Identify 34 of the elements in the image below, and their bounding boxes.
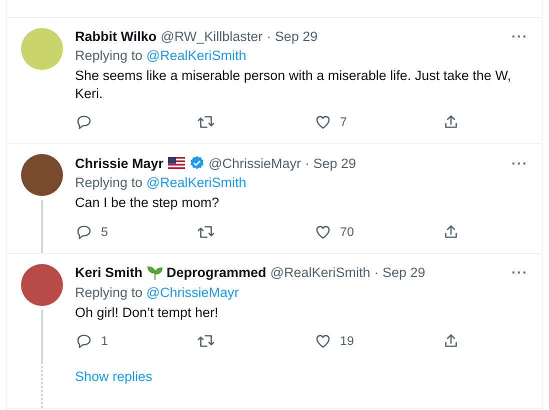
like-count: 7 <box>340 115 347 130</box>
more-options-icon[interactable]: ··· <box>512 265 528 280</box>
user-handle: @ChrissieMayr <box>208 156 302 171</box>
avatar[interactable] <box>21 264 63 306</box>
tweet-time: · Sep 29 <box>305 156 356 171</box>
reply-icon[interactable] <box>75 113 93 132</box>
replying-to-text: Replying to @RealKeriSmith <box>75 175 248 190</box>
user-name[interactable]: Keri Smith <box>75 265 143 280</box>
like-count: 70 <box>340 224 354 239</box>
flag-icon <box>168 157 185 170</box>
tweet-text: She seems like a miserable person with a miserable life. Just take the W, Keri. <box>75 67 512 104</box>
more-options-icon[interactable]: ··· <box>512 29 528 44</box>
heart-icon[interactable] <box>314 113 332 132</box>
user-name[interactable]: Rabbit Wilko <box>75 29 157 44</box>
tweet-time: · Sep 29 <box>266 29 318 44</box>
more-options-icon[interactable]: ··· <box>512 156 528 171</box>
tweet-text: Oh girl! Don’t tempt her! <box>75 304 220 322</box>
share-icon[interactable] <box>442 222 460 241</box>
tweet-text: Can I be the step mom? <box>75 194 220 212</box>
user-name[interactable]: Deprogrammed <box>166 265 266 280</box>
avatar[interactable] <box>21 154 63 196</box>
replying-to-text: Replying to @RealKeriSmith <box>75 48 248 63</box>
reply-icon[interactable] <box>75 222 93 241</box>
like-count: 19 <box>340 334 354 348</box>
reply-count: 1 <box>101 334 108 348</box>
sprout-icon <box>146 264 163 281</box>
tweet-time: · Sep 29 <box>374 265 426 280</box>
user-name[interactable]: Chrissie Mayr <box>75 156 164 171</box>
replying-to-text: Replying to @ChrissieMayr <box>75 284 240 300</box>
reply-count: 5 <box>101 224 108 239</box>
share-icon[interactable] <box>442 332 460 350</box>
user-handle: @RW_Killblaster <box>160 29 263 44</box>
reply-icon[interactable] <box>75 332 93 350</box>
user-handle: @RealKeriSmith <box>270 265 370 280</box>
